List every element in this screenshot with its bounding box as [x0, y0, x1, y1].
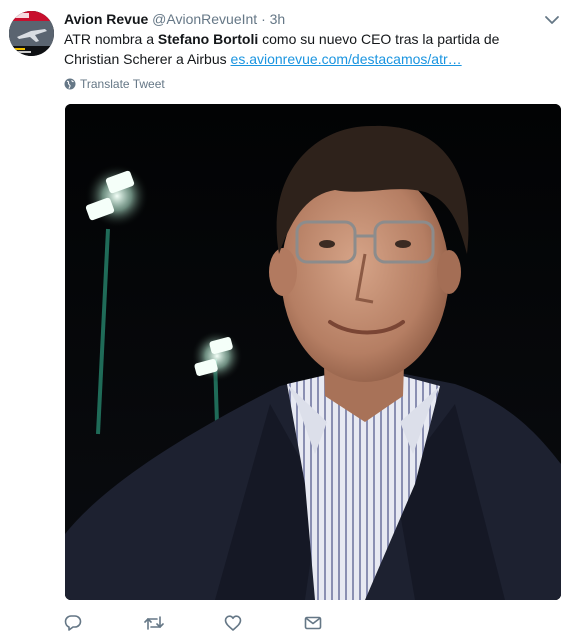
message-icon	[304, 616, 322, 630]
like-icon	[224, 615, 242, 631]
like-button[interactable]	[224, 612, 304, 634]
reply-icon	[64, 615, 82, 631]
tweet[interactable]: Avion Revue @AvionRevueInt · 3h ATR nomb…	[0, 0, 567, 640]
globe-icon	[64, 78, 76, 90]
chevron-down-icon[interactable]	[544, 13, 560, 25]
avatar-magazine-cover	[9, 11, 54, 56]
tweet-photo[interactable]	[65, 104, 561, 600]
retweet-button[interactable]	[144, 612, 224, 634]
separator: ·	[261, 11, 266, 27]
message-button[interactable]	[304, 612, 384, 634]
translate-label: Translate Tweet	[80, 77, 165, 91]
translate-tweet-button[interactable]: Translate Tweet	[64, 76, 165, 92]
tweet-actions	[64, 612, 384, 634]
reply-button[interactable]	[64, 612, 144, 634]
tweet-header: Avion Revue @AvionRevueInt · 3h	[64, 10, 285, 28]
timestamp[interactable]: 3h	[270, 11, 286, 27]
display-name[interactable]: Avion Revue	[64, 11, 148, 27]
tweet-text: ATR nombra a Stefano Bortoli como su nue…	[64, 29, 554, 69]
tweet-link[interactable]: es.avionrevue.com/destacamos/atr…	[231, 51, 462, 67]
tweet-text-prefix: ATR nombra a	[64, 31, 158, 47]
handle[interactable]: @AvionRevueInt	[152, 11, 257, 27]
retweet-icon	[144, 616, 164, 630]
avatar[interactable]	[9, 11, 54, 56]
photo-man-portrait	[65, 104, 561, 600]
tweet-text-bold: Stefano Bortoli	[157, 31, 259, 47]
